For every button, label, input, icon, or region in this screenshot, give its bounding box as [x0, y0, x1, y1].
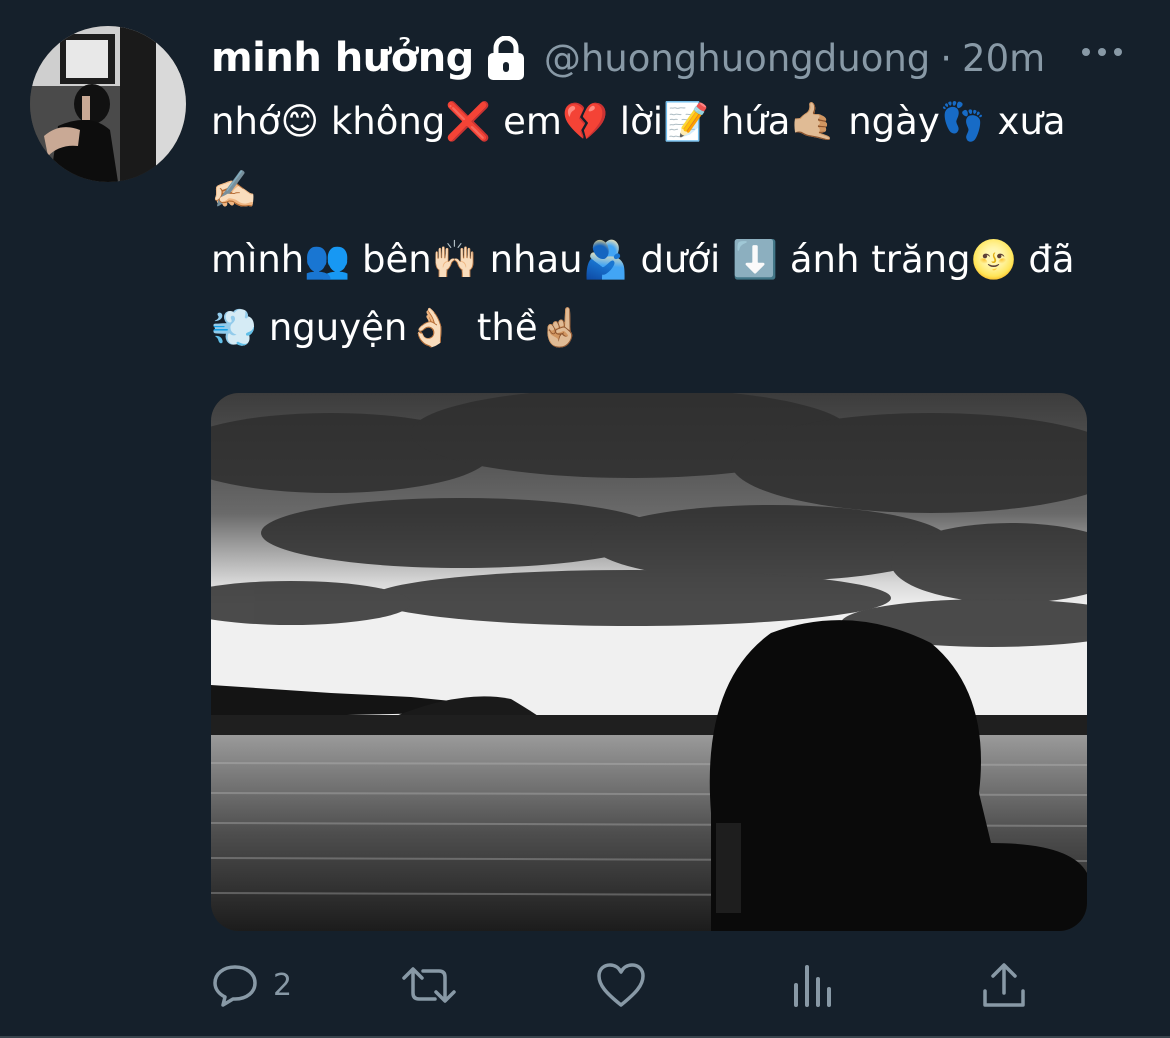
retweet-button[interactable] — [401, 955, 457, 1015]
more-icon[interactable] — [1080, 40, 1124, 64]
share-icon — [981, 961, 1027, 1009]
display-name[interactable]: minh hưởng — [211, 35, 474, 81]
reply-icon — [211, 961, 259, 1009]
tweet-text: nhớ😊 không❌ em💔 lời📝 hứa🤙🏼 ngày👣 xưa ✍🏻 … — [211, 88, 1111, 362]
retweet-icon — [401, 961, 457, 1009]
tweet-text-paragraph-2: mình👥 bên🙌🏻 nhau🫂 dưới ⬇️ ánh trăng🌝 đã … — [211, 238, 1087, 349]
share-button[interactable] — [981, 955, 1027, 1015]
like-button[interactable] — [596, 955, 646, 1015]
tweet: minh hưởng @huonghuongduong · 20m nhớ😊 k… — [0, 0, 1170, 1038]
heart-icon — [596, 961, 646, 1009]
tweet-photo[interactable] — [211, 393, 1087, 931]
timestamp[interactable]: 20m — [962, 37, 1045, 80]
reply-button[interactable]: 2 — [211, 955, 292, 1015]
analytics-icon — [791, 961, 835, 1009]
lock-icon — [486, 35, 526, 80]
reply-count: 2 — [273, 967, 293, 1003]
tweet-header: minh hưởng @huonghuongduong · 20m — [211, 30, 1151, 86]
tweet-text-paragraph-1: nhớ😊 không❌ em💔 lời📝 hứa🤙🏼 ngày👣 xưa ✍🏻 — [211, 100, 1078, 211]
tweet-actions: 2 — [211, 955, 1091, 1015]
user-handle[interactable]: @huonghuongduong — [544, 37, 930, 80]
avatar[interactable] — [30, 26, 186, 182]
separator-dot: · — [940, 36, 953, 80]
analytics-button[interactable] — [791, 955, 835, 1015]
